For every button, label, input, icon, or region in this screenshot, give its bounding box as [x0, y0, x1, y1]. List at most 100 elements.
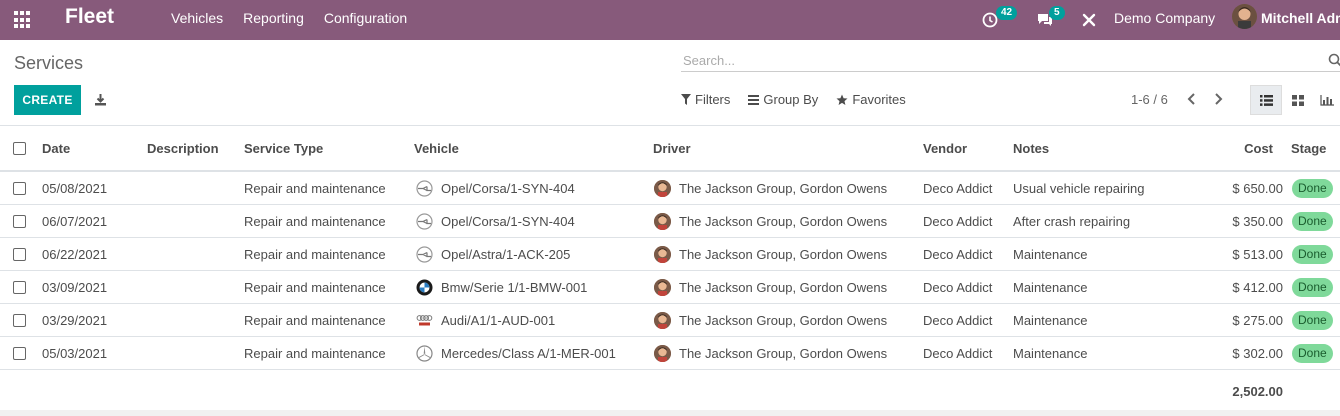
table-row[interactable]: 06/22/2021 Repair and maintenance Opel/A…: [0, 238, 1340, 271]
pager-value[interactable]: 1-6 / 6: [1131, 92, 1168, 107]
cell-driver: The Jackson Group, Gordon Owens: [679, 313, 888, 328]
menu-configuration[interactable]: Configuration: [324, 10, 407, 26]
filters-button[interactable]: Filters: [681, 92, 730, 107]
driver-avatar: [654, 213, 671, 230]
menu-reporting[interactable]: Reporting: [243, 10, 304, 26]
row-checkbox[interactable]: [13, 314, 26, 327]
select-all-checkbox[interactable]: [13, 142, 26, 155]
stage-badge: Done: [1292, 179, 1333, 198]
cell-cost: $ 412.00: [1232, 280, 1283, 295]
user-menu[interactable]: Mitchell Admin: [1261, 10, 1340, 26]
cell-vendor: Deco Addict: [923, 181, 993, 196]
list-icon: [748, 94, 760, 105]
opel-logo-icon: [416, 213, 433, 230]
stage-badge: Done: [1292, 245, 1333, 264]
company-switcher[interactable]: Demo Company: [1114, 10, 1215, 26]
pager-next-icon[interactable]: [1214, 92, 1224, 106]
kanban-view-icon: [1292, 94, 1304, 106]
main-menu: Vehicles Reporting Configuration: [171, 10, 407, 26]
cell-cost: $ 513.00: [1232, 247, 1283, 262]
activity-count-badge: 42: [996, 6, 1018, 20]
cell-vendor: Deco Addict: [923, 214, 993, 229]
download-icon[interactable]: [94, 93, 107, 106]
menu-vehicles[interactable]: Vehicles: [171, 10, 223, 26]
row-checkbox[interactable]: [13, 281, 26, 294]
cell-vehicle: Audi/A1/1-AUD-001: [441, 313, 556, 328]
group-by-label: Group By: [763, 92, 819, 107]
favorites-label: Favorites: [852, 92, 906, 107]
table-row[interactable]: 06/07/2021 Repair and maintenance Opel/C…: [0, 205, 1340, 238]
messages-count-badge: 5: [1049, 6, 1065, 20]
cell-vehicle: Mercedes/Class A/1-MER-001: [441, 346, 616, 361]
cell-vehicle: Opel/Corsa/1-SYN-404: [441, 181, 575, 196]
cell-notes: Maintenance: [1013, 247, 1088, 262]
column-header-vendor[interactable]: Vendor: [923, 141, 967, 156]
cell-notes: Maintenance: [1013, 313, 1088, 328]
row-checkbox[interactable]: [13, 248, 26, 261]
opel-logo-icon: [416, 246, 433, 263]
row-checkbox[interactable]: [13, 182, 26, 195]
table-row[interactable]: 03/09/2021 Repair and maintenance Bmw/Se…: [0, 271, 1340, 304]
user-avatar[interactable]: [1232, 4, 1257, 29]
cell-date: 03/29/2021: [42, 313, 108, 328]
list-view-icon: [1259, 94, 1273, 106]
cell-driver: The Jackson Group, Gordon Owens: [679, 181, 888, 196]
column-header-notes[interactable]: Notes: [1013, 141, 1049, 156]
column-header-stage[interactable]: Stage: [1291, 141, 1326, 156]
filter-icon: [681, 94, 691, 105]
mercedes-logo-icon: [416, 345, 433, 362]
cell-cost: $ 350.00: [1232, 214, 1283, 229]
create-button[interactable]: CREATE: [14, 85, 81, 115]
app-name[interactable]: Fleet: [65, 5, 114, 29]
row-checkbox[interactable]: [13, 215, 26, 228]
cell-vendor: Deco Addict: [923, 280, 993, 295]
filters-label: Filters: [695, 92, 731, 107]
cell-notes: Usual vehicle repairing: [1013, 181, 1145, 196]
graph-view-button[interactable]: [1314, 85, 1340, 115]
table-row[interactable]: 05/08/2021 Repair and maintenance Opel/C…: [0, 172, 1340, 205]
activity-button[interactable]: [982, 0, 998, 40]
services-list: Date Description Service Type Vehicle Dr…: [0, 125, 1340, 410]
column-header-vehicle[interactable]: Vehicle: [414, 141, 459, 156]
row-checkbox[interactable]: [13, 347, 26, 360]
kanban-view-button[interactable]: [1283, 85, 1313, 115]
group-by-button[interactable]: Group By: [748, 92, 818, 107]
column-header-service-type[interactable]: Service Type: [244, 141, 323, 156]
messages-button[interactable]: [1036, 0, 1054, 40]
table-row[interactable]: 03/29/2021 Repair and maintenance Audi/A…: [0, 304, 1340, 337]
stage-badge: Done: [1292, 212, 1333, 231]
cell-notes: After crash repairing: [1013, 214, 1131, 229]
favorites-button[interactable]: Favorites: [836, 92, 906, 107]
cell-service-type: Repair and maintenance: [244, 181, 386, 196]
stage-badge: Done: [1292, 311, 1333, 330]
tools-icon: [1082, 13, 1096, 27]
cell-vendor: Deco Addict: [923, 247, 993, 262]
search-icon[interactable]: [1328, 53, 1340, 67]
audi-logo-icon: [416, 312, 433, 329]
cell-cost: $ 650.00: [1232, 181, 1283, 196]
table-row[interactable]: 05/03/2021 Repair and maintenance Merced…: [0, 337, 1340, 370]
cell-notes: Maintenance: [1013, 280, 1088, 295]
table-body: 05/08/2021 Repair and maintenance Opel/C…: [0, 172, 1340, 370]
opel-logo-icon: [416, 180, 433, 197]
apps-menu-icon[interactable]: [14, 11, 32, 29]
column-header-cost[interactable]: Cost: [1244, 141, 1273, 156]
cell-service-type: Repair and maintenance: [244, 280, 386, 295]
column-header-driver[interactable]: Driver: [653, 141, 691, 156]
star-icon: [836, 94, 848, 105]
table-header: Date Description Service Type Vehicle Dr…: [0, 125, 1340, 172]
list-view-button[interactable]: [1250, 85, 1282, 115]
column-header-description[interactable]: Description: [147, 141, 219, 156]
debug-tools-button[interactable]: [1082, 0, 1096, 40]
cell-service-type: Repair and maintenance: [244, 214, 386, 229]
cell-date: 06/22/2021: [42, 247, 108, 262]
search-input[interactable]: [681, 50, 1321, 70]
pager-previous-icon[interactable]: [1186, 92, 1196, 106]
stage-badge: Done: [1292, 344, 1333, 363]
cell-date: 06/07/2021: [42, 214, 108, 229]
cell-date: 03/09/2021: [42, 280, 108, 295]
cell-vendor: Deco Addict: [923, 346, 993, 361]
cell-cost: $ 302.00: [1232, 346, 1283, 361]
cell-vehicle: Bmw/Serie 1/1-BMW-001: [441, 280, 588, 295]
column-header-date[interactable]: Date: [42, 141, 70, 156]
